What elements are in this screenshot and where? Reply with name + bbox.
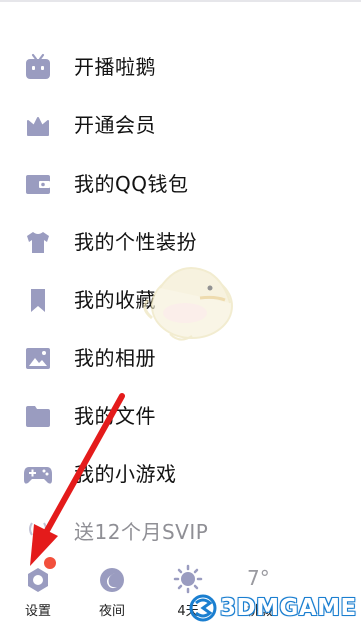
menu-item-label: 送12个月SVIP bbox=[74, 520, 209, 544]
menu-item-vip[interactable]: 开通会员 bbox=[0, 97, 361, 153]
shirt-icon bbox=[22, 228, 54, 256]
notification-dot bbox=[44, 557, 56, 569]
temperature-value: 7° bbox=[247, 566, 270, 590]
settings-label: 设置 bbox=[24, 604, 51, 619]
3dmgame-watermark: 3DMGAME bbox=[188, 590, 357, 626]
menu-item-label: 我的文件 bbox=[74, 404, 156, 428]
moon-icon bbox=[96, 564, 128, 596]
menu-item-minigames[interactable]: 我的小游戏 bbox=[0, 446, 361, 502]
folder-icon bbox=[22, 402, 54, 430]
night-label: 夜间 bbox=[98, 604, 125, 619]
menu-item-label: 开播啦鹅 bbox=[74, 55, 156, 79]
menu-item-svip-gift[interactable]: 送12个月SVIP bbox=[0, 504, 361, 560]
settings-button[interactable]: 设置 bbox=[8, 560, 68, 627]
3dmgame-logo-icon bbox=[189, 594, 217, 622]
gamepad-icon bbox=[22, 460, 54, 488]
crown-icon bbox=[22, 111, 54, 139]
menu-item-label: 我的QQ钱包 bbox=[74, 172, 189, 196]
wallet-icon bbox=[22, 170, 54, 198]
menu-item-live[interactable]: 开播啦鹅 bbox=[0, 39, 361, 95]
penguin-mascot-illustration bbox=[130, 248, 240, 358]
photo-icon bbox=[22, 344, 54, 372]
bookmark-icon bbox=[22, 286, 54, 314]
watermark-text: 3DMGAME bbox=[220, 595, 357, 621]
menu-item-files[interactable]: 我的文件 bbox=[0, 388, 361, 444]
menu-item-wallet[interactable]: 我的QQ钱包 bbox=[0, 156, 361, 212]
menu-item-label: 我的小游戏 bbox=[74, 462, 177, 486]
menu-item-label: 开通会员 bbox=[74, 113, 156, 137]
night-mode-button[interactable]: 夜间 bbox=[82, 560, 142, 627]
tv-icon bbox=[22, 53, 54, 81]
top-divider bbox=[0, 0, 361, 2]
broadcast-icon bbox=[22, 518, 54, 546]
